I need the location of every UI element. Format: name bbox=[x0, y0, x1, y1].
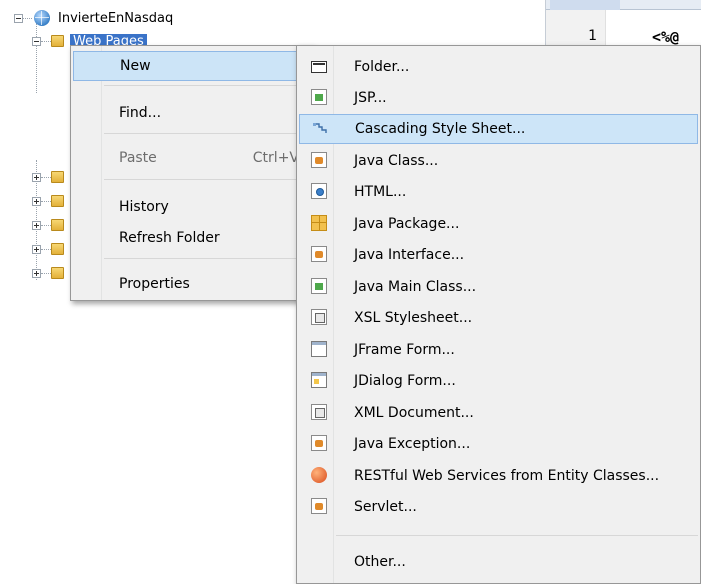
jframe-form-icon bbox=[311, 341, 327, 357]
submenu-item-java-package[interactable]: Java Package... bbox=[299, 209, 698, 239]
java-main-class-icon bbox=[311, 278, 327, 294]
xml-document-icon bbox=[311, 404, 327, 420]
menu-item-label: Other... bbox=[354, 554, 406, 570]
tree-item-collapsed[interactable] bbox=[32, 166, 64, 188]
submenu-item-servlet[interactable]: Servlet... bbox=[299, 492, 698, 522]
menu-item-label: Properties bbox=[119, 276, 190, 292]
menu-item-paste[interactable]: Paste Ctrl+V bbox=[73, 143, 311, 173]
menu-separator bbox=[104, 133, 311, 134]
submenu-item-folder[interactable]: Folder... bbox=[299, 52, 698, 82]
folder-icon bbox=[51, 195, 64, 207]
submenu-item-java-main-class[interactable]: Java Main Class... bbox=[299, 272, 698, 302]
shortcut-label: Ctrl+V bbox=[252, 150, 299, 166]
context-menu: New Find... Paste Ctrl+V History Refresh… bbox=[70, 45, 314, 301]
new-submenu: Folder... JSP... Cascading Style Sheet..… bbox=[296, 45, 701, 584]
menu-item-find[interactable]: Find... bbox=[73, 98, 311, 128]
menu-item-label: JDialog Form... bbox=[354, 373, 456, 389]
menu-separator bbox=[104, 85, 311, 86]
menu-item-label: RESTful Web Services from Entity Classes… bbox=[354, 468, 660, 484]
project-label: InvierteEnNasdaq bbox=[58, 10, 174, 26]
expand-icon[interactable] bbox=[32, 220, 41, 230]
expand-icon[interactable] bbox=[32, 196, 41, 206]
menu-separator bbox=[104, 179, 311, 180]
web-project-icon bbox=[34, 10, 50, 26]
java-package-icon bbox=[311, 215, 327, 231]
menu-icon-gutter bbox=[71, 46, 102, 300]
tree-item-project[interactable]: InvierteEnNasdaq bbox=[14, 7, 173, 29]
submenu-item-jsp[interactable]: JSP... bbox=[299, 83, 698, 113]
menu-item-label: Java Main Class... bbox=[354, 279, 477, 295]
submenu-item-other[interactable]: Other... bbox=[299, 547, 698, 577]
submenu-item-java-exception[interactable]: Java Exception... bbox=[299, 429, 698, 459]
submenu-item-restful-services[interactable]: RESTful Web Services from Entity Classes… bbox=[299, 461, 698, 491]
menu-item-label: XSL Stylesheet... bbox=[354, 310, 473, 326]
menu-item-label: Java Interface... bbox=[354, 247, 465, 263]
expand-icon[interactable] bbox=[32, 268, 41, 278]
menu-item-label: Refresh Folder bbox=[119, 230, 220, 246]
tree-item-collapsed[interactable] bbox=[32, 238, 64, 260]
menu-item-history[interactable]: History bbox=[73, 192, 311, 222]
menu-item-label: Folder... bbox=[354, 59, 410, 75]
submenu-item-jframe-form[interactable]: JFrame Form... bbox=[299, 335, 698, 365]
xsl-stylesheet-icon bbox=[311, 309, 327, 325]
menu-item-new[interactable]: New bbox=[73, 51, 311, 81]
menu-item-label: Java Package... bbox=[354, 216, 460, 232]
menu-separator bbox=[336, 535, 698, 536]
submenu-item-html[interactable]: HTML... bbox=[299, 177, 698, 207]
submenu-item-xsl-stylesheet[interactable]: XSL Stylesheet... bbox=[299, 303, 698, 333]
menu-item-label: Find... bbox=[119, 105, 162, 121]
expand-icon[interactable] bbox=[32, 172, 41, 182]
html-file-icon bbox=[311, 183, 327, 199]
menu-item-label: JSP... bbox=[354, 90, 387, 106]
menu-item-label: Paste bbox=[119, 150, 157, 166]
editor-tab[interactable] bbox=[550, 0, 620, 10]
collapse-icon[interactable] bbox=[32, 36, 41, 46]
menu-item-properties[interactable]: Properties bbox=[73, 269, 311, 299]
submenu-item-xml-document[interactable]: XML Document... bbox=[299, 398, 698, 428]
folder-icon bbox=[51, 267, 64, 279]
java-interface-icon bbox=[311, 246, 327, 262]
java-exception-icon bbox=[311, 435, 327, 451]
expand-icon[interactable] bbox=[32, 244, 41, 254]
submenu-item-java-class[interactable]: Java Class... bbox=[299, 146, 698, 176]
folder-icon bbox=[51, 243, 64, 255]
tree-item-collapsed[interactable] bbox=[32, 214, 64, 236]
menu-item-label: XML Document... bbox=[354, 405, 474, 421]
submenu-item-css[interactable]: Cascading Style Sheet... bbox=[299, 114, 698, 144]
menu-item-label: Java Exception... bbox=[354, 436, 471, 452]
jsp-file-icon bbox=[311, 89, 327, 105]
submenu-item-java-interface[interactable]: Java Interface... bbox=[299, 240, 698, 270]
restful-services-icon bbox=[311, 467, 327, 483]
menu-item-label: Servlet... bbox=[354, 499, 417, 515]
menu-item-label: JFrame Form... bbox=[354, 342, 455, 358]
folder-icon bbox=[311, 61, 327, 73]
folder-icon bbox=[51, 171, 64, 183]
servlet-icon bbox=[311, 498, 327, 514]
menu-item-refresh-folder[interactable]: Refresh Folder bbox=[73, 223, 311, 253]
collapse-icon[interactable] bbox=[14, 13, 23, 23]
code-line[interactable]: <%@ bbox=[652, 28, 679, 46]
menu-item-label: New bbox=[120, 58, 151, 74]
tree-item-collapsed[interactable] bbox=[32, 262, 64, 284]
folder-icon bbox=[51, 219, 64, 231]
menu-item-label: HTML... bbox=[354, 184, 407, 200]
tree-item-collapsed[interactable] bbox=[32, 190, 64, 212]
submenu-item-jdialog-form[interactable]: JDialog Form... bbox=[299, 366, 698, 396]
jdialog-form-icon bbox=[311, 372, 327, 388]
folder-icon bbox=[51, 35, 64, 47]
editor-tab-bar bbox=[546, 0, 701, 10]
menu-item-label: Cascading Style Sheet... bbox=[355, 121, 526, 137]
java-class-icon bbox=[311, 152, 327, 168]
menu-item-label: Java Class... bbox=[354, 153, 439, 169]
css-file-icon bbox=[313, 123, 327, 133]
menu-separator bbox=[104, 258, 311, 259]
menu-item-label: History bbox=[119, 199, 169, 215]
